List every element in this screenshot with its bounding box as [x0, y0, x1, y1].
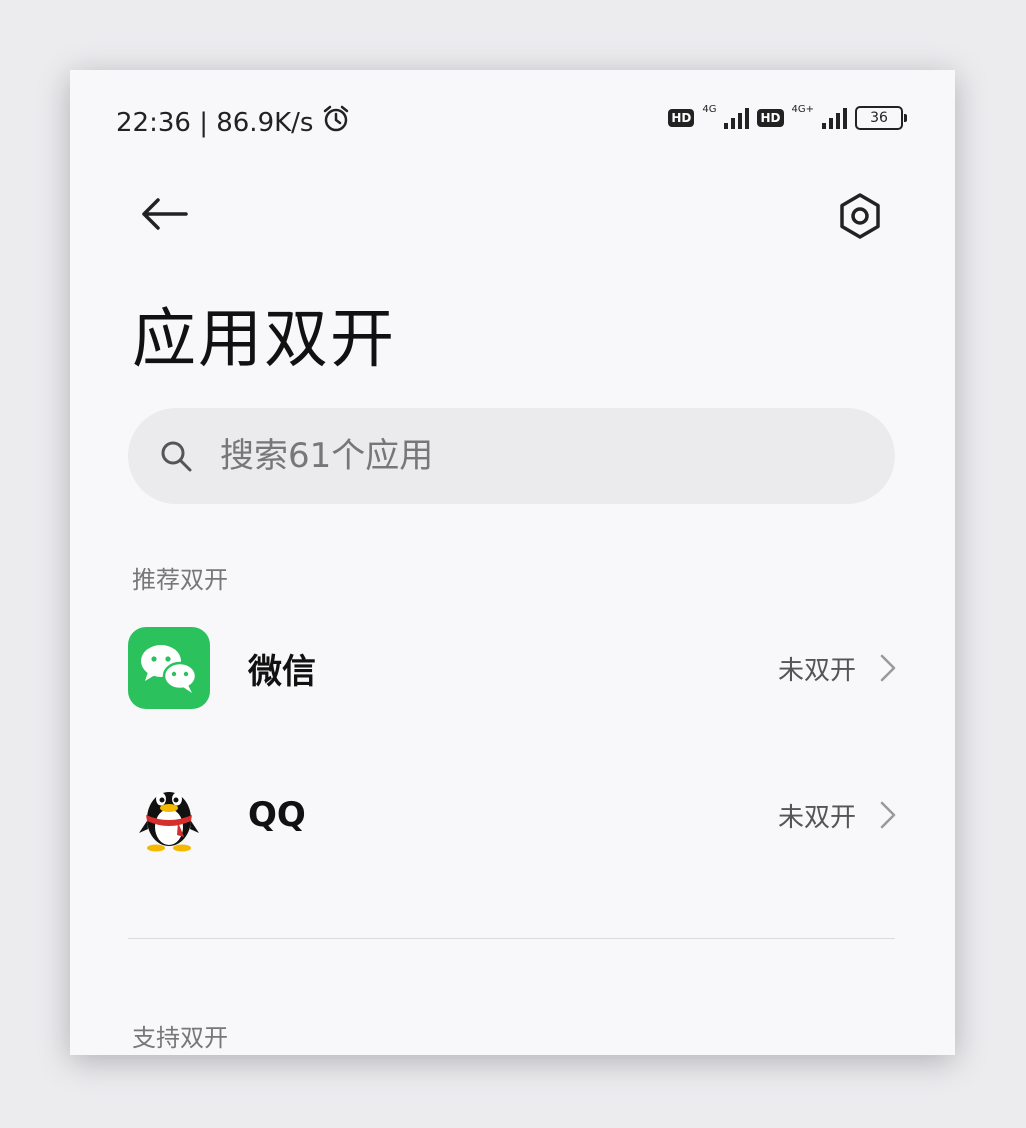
chevron-right-icon: [878, 799, 898, 831]
status-left: 22:36 | 86.9K/s: [116, 104, 351, 141]
back-button[interactable]: [134, 188, 194, 240]
status-right: HD 4G HD 4G+ 36: [668, 104, 907, 130]
back-arrow-icon: [142, 198, 188, 230]
section-divider: [128, 938, 895, 939]
search-icon: [158, 438, 194, 474]
hd-badge-2: HD: [757, 109, 784, 127]
network-type-1: 4G: [702, 104, 717, 115]
network-type-2: 4G+: [791, 104, 815, 115]
app-row-wechat[interactable]: 微信 未双开: [128, 613, 898, 723]
search-bar[interactable]: [128, 408, 895, 504]
signal-strength-1-icon: [724, 107, 750, 129]
app-status: 未双开: [777, 802, 856, 833]
qq-penguin-icon: [128, 774, 210, 856]
app-status: 未双开: [777, 655, 856, 686]
time-and-speed: 22:36 | 86.9K/s: [116, 107, 314, 138]
section-label-supported: 支持双开: [132, 1024, 228, 1052]
section-label-recommended: 推荐双开: [132, 566, 228, 594]
wechat-icon: [128, 627, 210, 709]
app-name: 微信: [248, 651, 316, 692]
chevron-right-icon: [878, 652, 898, 684]
hd-badge-1: HD: [668, 109, 695, 127]
settings-button[interactable]: [830, 188, 890, 244]
phone-screen: 22:36 | 86.9K/s HD 4G HD 4G+ 36 应用双开 搜索6…: [70, 70, 955, 1055]
signal-strength-2-icon: [822, 107, 847, 129]
settings-gear-icon: [840, 193, 880, 239]
search-input[interactable]: [218, 435, 822, 477]
status-bar: 22:36 | 86.9K/s HD 4G HD 4G+ 36: [70, 70, 955, 170]
app-name: QQ: [248, 795, 306, 835]
battery-indicator: 36: [855, 106, 907, 130]
app-row-qq[interactable]: QQ 未双开: [128, 760, 898, 870]
page-title: 应用双开: [132, 303, 396, 377]
alarm-clock-icon: [321, 104, 351, 141]
